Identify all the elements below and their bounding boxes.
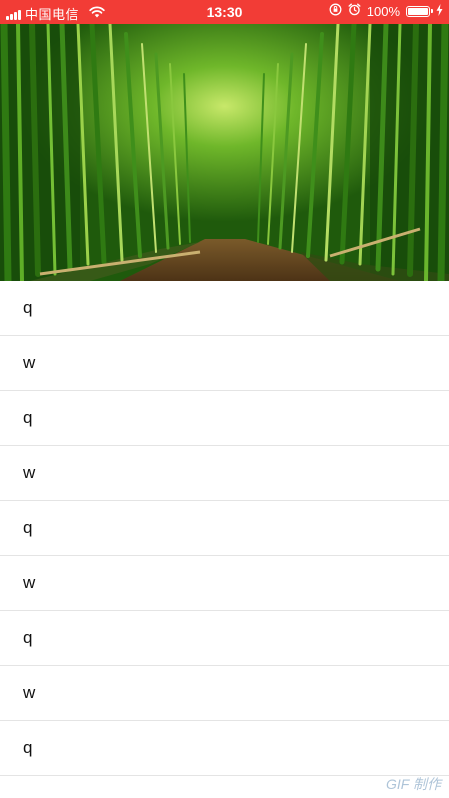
- list-item-label: q: [23, 738, 33, 757]
- rotation-lock-icon: [329, 3, 342, 19]
- battery-level-fill: [408, 7, 428, 15]
- watermark: GIF 制作: [386, 776, 441, 792]
- status-right: 100%: [329, 3, 443, 19]
- item-list: q w q w q w q w q: [0, 281, 449, 776]
- list-item-label: q: [23, 408, 33, 427]
- list-item-label: q: [23, 518, 33, 537]
- list-item[interactable]: q: [0, 281, 449, 336]
- list-item[interactable]: q: [0, 611, 449, 666]
- battery-percent: 100%: [366, 3, 400, 19]
- list-item[interactable]: w: [0, 556, 449, 611]
- status-bar: 中国电信 13:30 100%: [0, 0, 449, 24]
- list-item-label: q: [23, 628, 33, 647]
- alarm-icon: [348, 3, 361, 19]
- charging-icon: [436, 3, 443, 19]
- list-item[interactable]: q: [0, 501, 449, 556]
- list-item-label: w: [23, 573, 36, 592]
- list-item[interactable]: w: [0, 666, 449, 721]
- list-item[interactable]: w: [0, 336, 449, 391]
- app-screen: 中国电信 13:30 100% q w q w q w q w q GIF 制作: [0, 0, 449, 798]
- bamboo-forest-path-image: [0, 24, 449, 281]
- list-item-label: w: [23, 463, 36, 482]
- battery-icon: [406, 5, 433, 17]
- list-item-label: w: [23, 683, 36, 702]
- list-item-label: w: [23, 353, 36, 372]
- list-item[interactable]: q: [0, 391, 449, 446]
- list-item[interactable]: w: [0, 446, 449, 501]
- list-item-label: q: [23, 298, 33, 317]
- list-item[interactable]: q: [0, 721, 449, 776]
